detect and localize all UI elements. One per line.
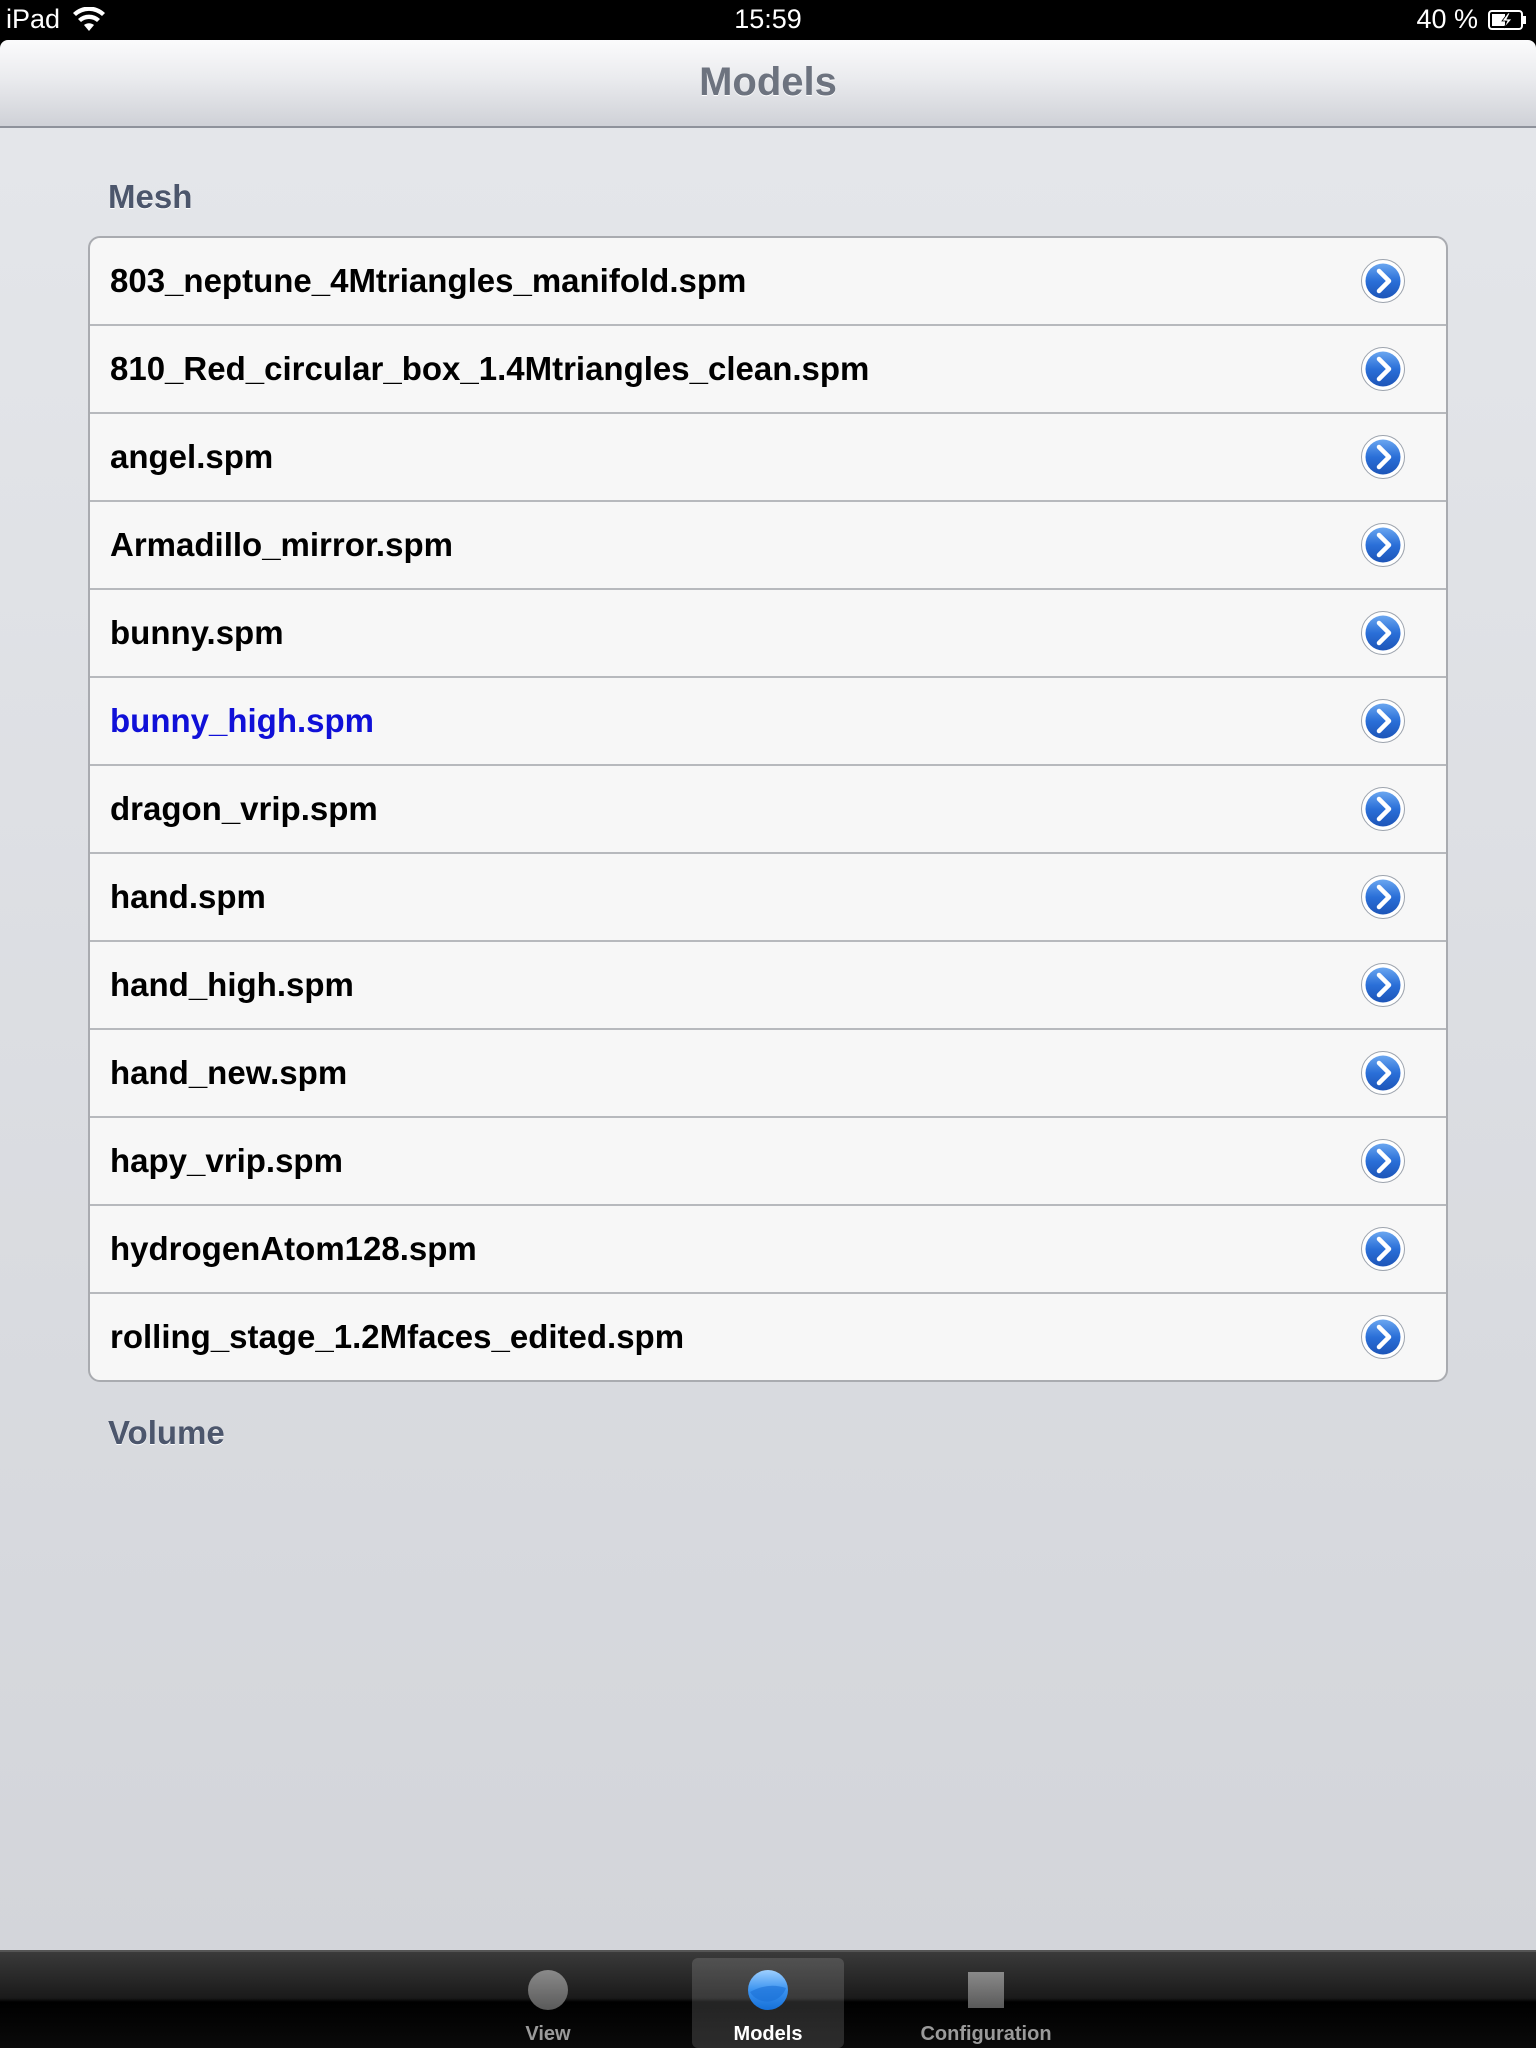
tab-view[interactable]: View bbox=[472, 1958, 624, 2048]
table-row[interactable]: hand.spm bbox=[90, 854, 1446, 942]
disclosure-arrow-icon[interactable] bbox=[1360, 258, 1406, 304]
table-row[interactable]: bunny.spm bbox=[90, 590, 1446, 678]
row-label: hand.spm bbox=[110, 878, 266, 915]
row-label: hand_new.spm bbox=[110, 1054, 348, 1091]
table-row[interactable]: dragon_vrip.spm bbox=[90, 766, 1446, 854]
disclosure-arrow-icon[interactable] bbox=[1360, 434, 1406, 480]
tab-configuration[interactable]: Configuration bbox=[896, 1958, 1076, 2048]
page-title: Models bbox=[699, 60, 837, 104]
row-label: bunny.spm bbox=[110, 614, 284, 651]
tab-label: Configuration bbox=[920, 2023, 1052, 2045]
disclosure-arrow-icon[interactable] bbox=[1360, 346, 1406, 392]
tab-models[interactable]: Models bbox=[692, 1958, 844, 2048]
tab-label: View bbox=[525, 2023, 571, 2045]
disclosure-arrow-icon[interactable] bbox=[1360, 610, 1406, 656]
status-time: 15:59 bbox=[734, 4, 802, 34]
row-label: hapy_vrip.spm bbox=[110, 1142, 343, 1179]
disclosure-arrow-icon[interactable] bbox=[1360, 522, 1406, 568]
table-row[interactable]: angel.spm bbox=[90, 414, 1446, 502]
table-row[interactable]: hydrogenAtom128.spm bbox=[90, 1206, 1446, 1294]
table-row[interactable]: rolling_stage_1.2Mfaces_edited.spm bbox=[90, 1294, 1446, 1380]
disclosure-arrow-icon[interactable] bbox=[1360, 1138, 1406, 1184]
battery-icon bbox=[1488, 9, 1526, 30]
mesh-table: 803_neptune_4Mtriangles_manifold.spm 810… bbox=[88, 236, 1448, 1382]
tab-bar: View Models Configuration bbox=[0, 1950, 1536, 2048]
status-right: 40 % bbox=[1416, 4, 1528, 35]
table-row[interactable]: hapy_vrip.spm bbox=[90, 1118, 1446, 1206]
disclosure-arrow-icon[interactable] bbox=[1360, 962, 1406, 1008]
disclosure-arrow-icon[interactable] bbox=[1360, 874, 1406, 920]
row-label: Armadillo_mirror.spm bbox=[110, 526, 453, 563]
row-label: bunny_high.spm bbox=[110, 702, 374, 739]
battery-percent: 40 % bbox=[1416, 4, 1478, 34]
navigation-bar: Models bbox=[0, 40, 1536, 128]
section-header-mesh: Mesh bbox=[108, 178, 193, 215]
table-row[interactable]: 803_neptune_4Mtriangles_manifold.spm bbox=[90, 238, 1446, 326]
row-label: dragon_vrip.spm bbox=[110, 790, 378, 827]
disclosure-arrow-icon[interactable] bbox=[1360, 698, 1406, 744]
row-label: hand_high.spm bbox=[110, 966, 354, 1003]
square-icon bbox=[968, 1972, 1004, 2008]
disclosure-arrow-icon[interactable] bbox=[1360, 1050, 1406, 1096]
row-label: hydrogenAtom128.spm bbox=[110, 1230, 477, 1267]
table-row-selected[interactable]: bunny_high.spm bbox=[90, 678, 1446, 766]
table-row[interactable]: hand_new.spm bbox=[90, 1030, 1446, 1118]
table-row[interactable]: hand_high.spm bbox=[90, 942, 1446, 1030]
circle-icon bbox=[528, 1970, 568, 2010]
models-list-view[interactable]: Mesh 803_neptune_4Mtriangles_manifold.sp… bbox=[0, 128, 1536, 1950]
blue-circle-icon bbox=[748, 1970, 788, 2010]
row-label: 803_neptune_4Mtriangles_manifold.spm bbox=[110, 262, 747, 299]
row-label: rolling_stage_1.2Mfaces_edited.spm bbox=[110, 1318, 685, 1355]
row-label: 810_Red_circular_box_1.4Mtriangles_clean… bbox=[110, 350, 870, 387]
table-row[interactable]: 810_Red_circular_box_1.4Mtriangles_clean… bbox=[90, 326, 1446, 414]
table-row[interactable]: Armadillo_mirror.spm bbox=[90, 502, 1446, 590]
section-header-volume: Volume bbox=[108, 1414, 225, 1451]
row-label: angel.spm bbox=[110, 438, 274, 475]
status-bar: iPad 15:59 40 % bbox=[0, 0, 1536, 40]
tab-label: Models bbox=[733, 2023, 803, 2045]
disclosure-arrow-icon[interactable] bbox=[1360, 786, 1406, 832]
disclosure-arrow-icon[interactable] bbox=[1360, 1226, 1406, 1272]
disclosure-arrow-icon[interactable] bbox=[1360, 1314, 1406, 1360]
